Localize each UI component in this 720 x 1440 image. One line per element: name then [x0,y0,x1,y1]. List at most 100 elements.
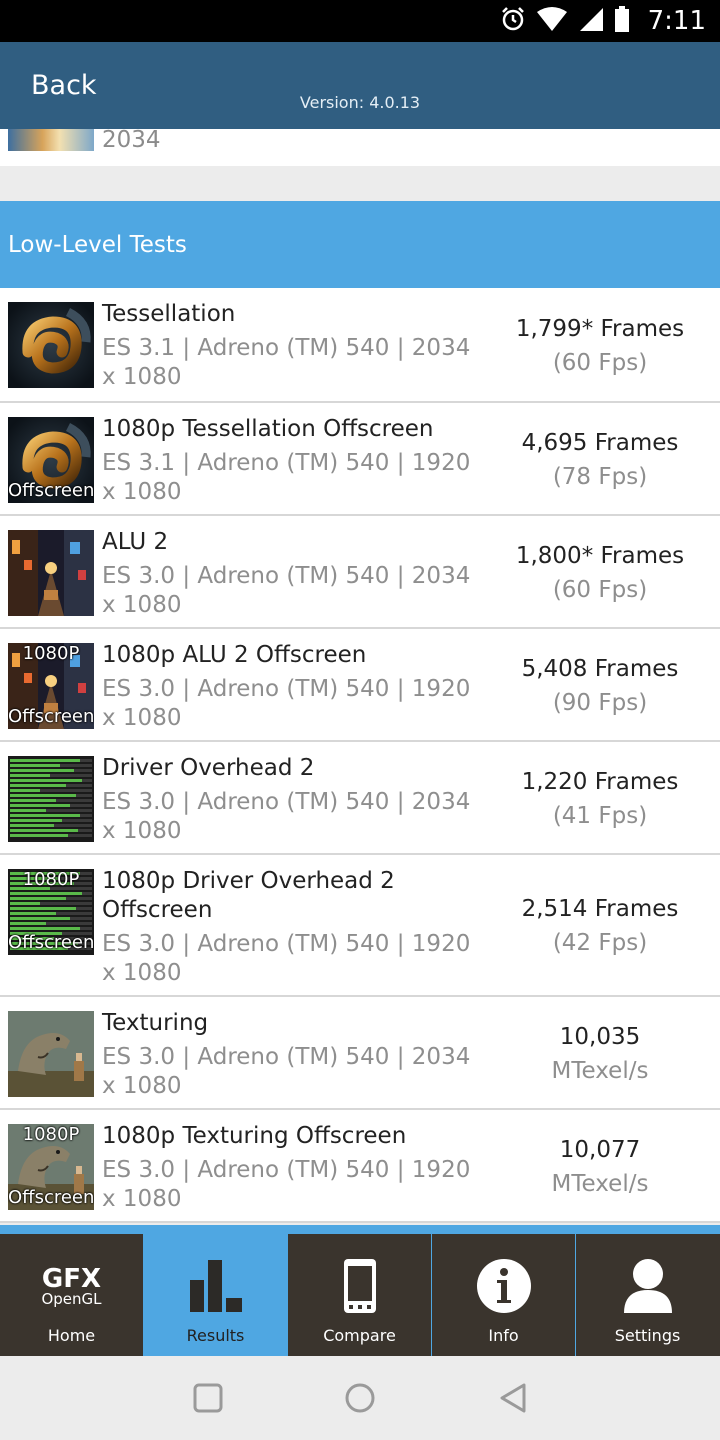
test-thumbnail [8,1011,94,1097]
result-value: 10,077 [559,1137,641,1163]
opengl-logo-text: OpenGL [41,1289,102,1308]
test-rows: Tessellation ES 3.1 | Adreno (TM) 540 | 2… [0,288,720,1223]
tab-label: Settings [614,1326,681,1345]
tab-label: Results [186,1326,245,1345]
test-thumbnail [8,756,94,842]
test-name: Texturing [102,1010,209,1036]
resolution-badge: 1080P [22,869,80,890]
offscreen-badge: Offscreen [8,932,94,953]
test-details: ES 3.1 | Adreno (TM) 540 | 1920 x 1080 [102,450,471,505]
bar-chart-icon [144,1256,287,1316]
test-name: Driver Overhead 2 [102,755,315,781]
test-thumbnail [8,530,94,616]
result-fps: (60 Fps) [552,350,648,376]
test-result: 2,514 Frames (42 Fps) [480,892,720,960]
result-value: 4,695 Frames [521,430,679,456]
user-icon [576,1256,719,1316]
test-row[interactable]: Offscreen 1080p Tessellation Offscreen ES … [0,403,720,516]
test-result: 4,695 Frames (78 Fps) [480,426,720,494]
back-nav-button[interactable] [494,1378,534,1418]
tab-label: Compare [323,1326,396,1345]
home-button[interactable] [340,1378,380,1418]
test-result: 5,408 Frames (90 Fps) [480,652,720,720]
test-details: ES 3.0 | Adreno (TM) 540 | 2034 x 1080 [102,1044,471,1099]
tab-settings[interactable]: Settings [576,1234,720,1356]
tab-info[interactable]: Info [432,1234,575,1356]
test-result: 1,800* Frames (60 Fps) [480,539,720,607]
alarm-icon [500,6,526,36]
version-label: Version: 4.0.13 [299,93,421,112]
previous-test-resolution: 2034 [102,129,161,153]
result-value: 1,220 Frames [521,769,679,795]
result-fps: (78 Fps) [552,464,648,490]
clock: 7:11 [647,6,706,36]
test-row[interactable]: Texturing ES 3.0 | Adreno (TM) 540 | 2034… [0,997,720,1110]
tab-home[interactable]: GFX OpenGL Home [0,1234,143,1356]
resolution-badge: 1080P [22,1124,80,1145]
offscreen-badge: Offscreen [8,706,94,727]
battery-icon [614,6,630,36]
result-fps: (41 Fps) [552,803,648,829]
gfx-logo: GFX OpenGL [0,1256,143,1316]
app-header: Back Version: 4.0.13 [0,42,720,129]
offscreen-badge: Offscreen [8,480,94,501]
bottom-tab-bar: GFX OpenGL Home Results Compare Info Set… [0,1225,720,1356]
result-value: 1,799* Frames [515,316,685,342]
test-name: 1080p Tessellation Offscreen [102,416,434,442]
result-fps: MTexel/s [551,1058,649,1084]
status-bar: 7:11 [0,0,720,42]
section-header: Low-Level Tests [0,201,720,288]
test-info: ALU 2 ES 3.0 | Adreno (TM) 540 | 2034 x 1… [102,528,472,620]
phone-icon [288,1256,431,1316]
test-name: 1080p Texturing Offscreen [102,1123,407,1149]
test-result: 1,799* Frames (60 Fps) [480,312,720,380]
result-fps: (90 Fps) [552,690,648,716]
wifi-icon [536,6,568,36]
result-value: 10,035 [559,1024,641,1050]
offscreen-badge: Offscreen [8,1187,94,1208]
test-result: 10,077 MTexel/s [480,1133,720,1201]
test-info: Tessellation ES 3.1 | Adreno (TM) 540 | 2… [102,300,472,392]
result-fps: (60 Fps) [552,577,648,603]
result-value: 2,514 Frames [521,896,679,922]
resolution-badge: 1080P [22,643,80,664]
test-details: ES 3.0 | Adreno (TM) 540 | 1920 x 1080 [102,931,471,986]
test-info: 1080p Tessellation Offscreen ES 3.1 | Adr… [102,415,472,507]
test-name: 1080p ALU 2 Offscreen [102,642,367,668]
info-icon [432,1256,575,1316]
result-fps: MTexel/s [551,1171,649,1197]
test-details: ES 3.0 | Adreno (TM) 540 | 2034 x 1080 [102,563,471,618]
test-details: ES 3.0 | Adreno (TM) 540 | 1920 x 1080 [102,676,471,731]
test-row[interactable]: 1080P Offscreen 1080p ALU 2 Offscreen ES 3.… [0,629,720,742]
test-result: 10,035 MTexel/s [480,1020,720,1088]
test-row[interactable]: ALU 2 ES 3.0 | Adreno (TM) 540 | 2034 x 1… [0,516,720,629]
tab-compare[interactable]: Compare [288,1234,431,1356]
test-info: Texturing ES 3.0 | Adreno (TM) 540 | 2034… [102,1009,472,1101]
tab-label: Info [488,1326,519,1345]
test-info: Driver Overhead 2 ES 3.0 | Adreno (TM) 54… [102,754,472,846]
test-row[interactable]: 1080P Offscreen 1080p Driver Overhead 2 Of… [0,855,720,997]
test-row[interactable]: Driver Overhead 2 ES 3.0 | Adreno (TM) 54… [0,742,720,855]
status-icons: 7:11 [500,6,706,36]
test-info: 1080p Driver Overhead 2 Offscreen ES 3.0 … [102,867,472,988]
test-thumbnail: 1080P Offscreen [8,1124,94,1210]
signal-icon [578,6,604,36]
test-details: ES 3.0 | Adreno (TM) 540 | 2034 x 1080 [102,789,471,844]
previous-test-row[interactable]: 2034 [0,129,720,166]
test-row[interactable]: 1080P Offscreen 1080p Texturing Offscreen E… [0,1110,720,1223]
test-details: ES 3.0 | Adreno (TM) 540 | 1920 x 1080 [102,1157,471,1212]
recents-button[interactable] [188,1378,228,1418]
tab-label: Home [47,1326,96,1345]
test-name: ALU 2 [102,529,169,555]
gfx-logo-text: GFX [41,1263,102,1294]
test-row[interactable]: Tessellation ES 3.1 | Adreno (TM) 540 | 2… [0,288,720,403]
results-list[interactable]: 2034 Low-Level Tests Tessellation ES 3.1 … [0,129,720,1225]
tab-results[interactable]: Results [144,1234,287,1356]
result-fps: (42 Fps) [552,930,648,956]
test-thumbnail: Offscreen [8,417,94,503]
result-value: 1,800* Frames [515,543,685,569]
test-thumbnail: 1080P Offscreen [8,869,94,955]
test-details: ES 3.1 | Adreno (TM) 540 | 2034 x 1080 [102,335,471,390]
test-thumbnail: 1080P Offscreen [8,643,94,729]
test-name: Tessellation [102,301,236,327]
